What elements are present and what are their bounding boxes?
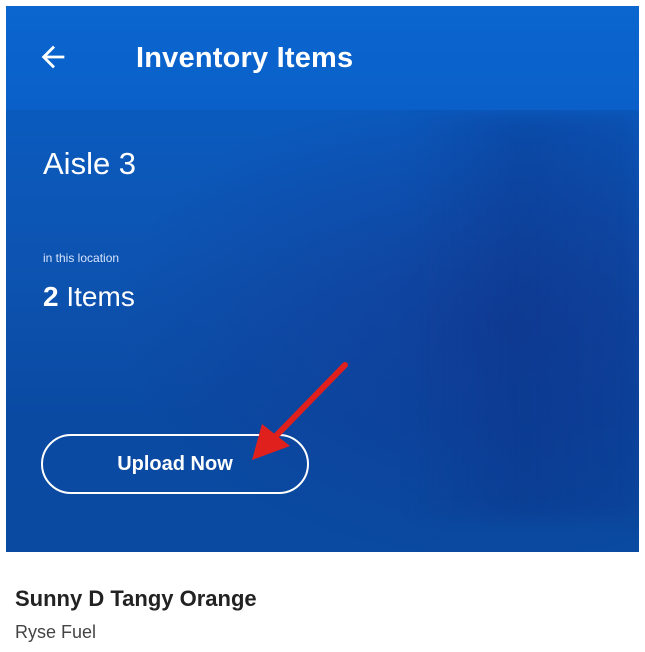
upload-now-button[interactable]: Upload Now xyxy=(41,434,309,494)
location-name: Aisle 3 xyxy=(43,146,137,181)
item-brand: Ryse Fuel xyxy=(15,622,97,642)
page-title: Inventory Items xyxy=(136,42,354,74)
item-count-number: 2 xyxy=(43,281,59,312)
app-bar: Inventory Items xyxy=(6,6,639,110)
back-button[interactable] xyxy=(36,40,76,80)
location-header: Inventory Items Aisle 3 in this location… xyxy=(6,6,639,552)
screen: Inventory Items Aisle 3 in this location… xyxy=(0,0,645,652)
item-name: Sunny D Tangy Orange xyxy=(15,586,257,611)
item-count-label: Items xyxy=(58,281,135,312)
list-item[interactable]: Sunny D Tangy Orange Ryse Fuel xyxy=(0,560,645,652)
item-count: 2 Items xyxy=(43,281,135,313)
location-caption: in this location xyxy=(43,251,120,265)
header-background-shade xyxy=(406,116,636,516)
arrow-left-icon xyxy=(41,45,65,69)
